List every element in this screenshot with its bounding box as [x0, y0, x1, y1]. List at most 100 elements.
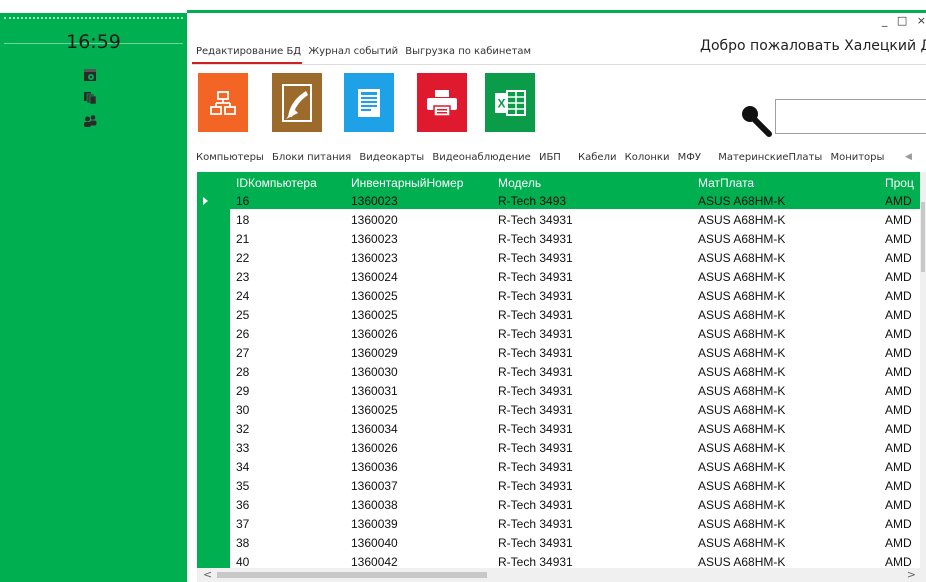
table-row[interactable]: 37 1360039 R-Tech 34931 ASUS A68HM-K AMD — [230, 514, 926, 532]
col-model-cell[interactable]: R-Tech 34931 — [498, 365, 573, 379]
col-cpu-cell[interactable]: AMD — [885, 422, 912, 436]
col-motherboard-cell[interactable]: ASUS A68HM-K — [698, 194, 785, 208]
col-inventory-number-cell[interactable]: 1360023 — [351, 251, 398, 265]
column-header-inventory-number[interactable]: ИнвентарныйНомер — [351, 176, 463, 190]
scroll-left-button[interactable]: < — [203, 568, 212, 581]
col-model-cell[interactable]: R-Tech 34931 — [498, 327, 573, 341]
col-id-computer-cell[interactable]: 35 — [236, 479, 249, 493]
col-motherboard-cell[interactable]: ASUS A68HM-K — [698, 213, 785, 227]
col-id-computer-cell[interactable]: 22 — [236, 251, 249, 265]
col-inventory-number-cell[interactable]: 1360024 — [351, 270, 398, 284]
col-motherboard-cell[interactable]: ASUS A68HM-K — [698, 251, 785, 265]
menu-item-edit-db[interactable]: Редактирование БД — [196, 46, 301, 57]
col-id-computer-cell[interactable]: 33 — [236, 441, 249, 455]
document-button[interactable] — [344, 73, 394, 132]
table-row[interactable]: 23 1360024 R-Tech 34931 ASUS A68HM-K AMD — [230, 267, 926, 285]
col-cpu-cell[interactable]: AMD — [885, 346, 912, 360]
vertical-scroll-thumb[interactable] — [921, 202, 925, 272]
vertical-scrollbar[interactable] — [920, 172, 926, 568]
col-inventory-number-cell[interactable]: 1360025 — [351, 289, 398, 303]
col-cpu-cell[interactable]: AMD — [885, 441, 912, 455]
col-cpu-cell[interactable]: AMD — [885, 384, 912, 398]
col-motherboard-cell[interactable]: ASUS A68HM-K — [698, 460, 785, 474]
col-inventory-number-cell[interactable]: 1360025 — [351, 403, 398, 417]
col-motherboard-cell[interactable]: ASUS A68HM-K — [698, 517, 785, 531]
col-cpu-cell[interactable]: AMD — [885, 365, 912, 379]
print-button[interactable] — [417, 73, 467, 132]
col-cpu-cell[interactable]: AMD — [885, 194, 912, 208]
col-motherboard-cell[interactable]: ASUS A68HM-K — [698, 327, 785, 341]
col-cpu-cell[interactable]: AMD — [885, 555, 912, 568]
col-model-cell[interactable]: R-Tech 34931 — [498, 384, 573, 398]
col-motherboard-cell[interactable]: ASUS A68HM-K — [698, 308, 785, 322]
col-cpu-cell[interactable]: AMD — [885, 517, 912, 531]
table-row[interactable]: 38 1360040 R-Tech 34931 ASUS A68HM-K AMD — [230, 533, 926, 551]
col-id-computer-cell[interactable]: 38 — [236, 536, 249, 550]
col-inventory-number-cell[interactable]: 1360023 — [351, 194, 398, 208]
table-row[interactable]: 16 1360023 R-Tech 3493 ASUS A68HM-K AMD — [230, 191, 926, 209]
table-row[interactable]: 28 1360030 R-Tech 34931 ASUS A68HM-K AMD — [230, 362, 926, 380]
tab-computers[interactable]: Компьютеры — [196, 152, 264, 163]
col-cpu-cell[interactable]: AMD — [885, 251, 912, 265]
col-motherboard-cell[interactable]: ASUS A68HM-K — [698, 346, 785, 360]
tab-video-cards[interactable]: Видеокарты — [359, 152, 424, 163]
table-row[interactable]: 34 1360036 R-Tech 34931 ASUS A68HM-K AMD — [230, 457, 926, 475]
table-row[interactable]: 30 1360025 R-Tech 34931 ASUS A68HM-K AMD — [230, 400, 926, 418]
col-motherboard-cell[interactable]: ASUS A68HM-K — [698, 422, 785, 436]
col-cpu-cell[interactable]: AMD — [885, 270, 912, 284]
col-model-cell[interactable]: R-Tech 34931 — [498, 346, 573, 360]
col-model-cell[interactable]: R-Tech 34931 — [498, 232, 573, 246]
col-inventory-number-cell[interactable]: 1360034 — [351, 422, 398, 436]
maximize-button[interactable]: □ — [897, 14, 907, 27]
settings-calendar-icon[interactable] — [83, 68, 97, 82]
col-cpu-cell[interactable]: AMD — [885, 308, 912, 322]
col-motherboard-cell[interactable]: ASUS A68HM-K — [698, 365, 785, 379]
col-model-cell[interactable]: R-Tech 34931 — [498, 308, 573, 322]
tab-power-supplies[interactable]: Блоки питания — [272, 152, 351, 163]
col-inventory-number-cell[interactable]: 1360031 — [351, 384, 398, 398]
table-row[interactable]: 25 1360025 R-Tech 34931 ASUS A68HM-K AMD — [230, 305, 926, 323]
col-motherboard-cell[interactable]: ASUS A68HM-K — [698, 536, 785, 550]
close-button[interactable]: × — [917, 14, 926, 27]
col-model-cell[interactable]: R-Tech 34931 — [498, 213, 573, 227]
column-header-model[interactable]: Модель — [498, 176, 541, 190]
col-model-cell[interactable]: R-Tech 3493 — [498, 194, 566, 208]
col-motherboard-cell[interactable]: ASUS A68HM-K — [698, 232, 785, 246]
scroll-right-button[interactable]: > — [907, 568, 916, 581]
col-motherboard-cell[interactable]: ASUS A68HM-K — [698, 441, 785, 455]
col-model-cell[interactable]: R-Tech 34931 — [498, 536, 573, 550]
col-id-computer-cell[interactable]: 24 — [236, 289, 249, 303]
table-row[interactable]: 21 1360023 R-Tech 34931 ASUS A68HM-K AMD — [230, 229, 926, 247]
col-id-computer-cell[interactable]: 28 — [236, 365, 249, 379]
col-model-cell[interactable]: R-Tech 34931 — [498, 498, 573, 512]
col-model-cell[interactable]: R-Tech 34931 — [498, 479, 573, 493]
search-icon[interactable] — [735, 100, 775, 140]
col-inventory-number-cell[interactable]: 1360040 — [351, 536, 398, 550]
col-id-computer-cell[interactable]: 23 — [236, 270, 249, 284]
col-id-computer-cell[interactable]: 27 — [236, 346, 249, 360]
minimize-button[interactable]: _ — [882, 14, 888, 27]
search-input[interactable] — [775, 99, 926, 134]
col-cpu-cell[interactable]: AMD — [885, 213, 912, 227]
table-row[interactable]: 36 1360038 R-Tech 34931 ASUS A68HM-K AMD — [230, 495, 926, 513]
users-icon[interactable] — [83, 114, 97, 128]
col-id-computer-cell[interactable]: 34 — [236, 460, 249, 474]
col-inventory-number-cell[interactable]: 1360038 — [351, 498, 398, 512]
column-header-cpu[interactable]: Проц — [885, 176, 914, 190]
table-row[interactable]: 40 1360042 R-Tech 34931 ASUS A68HM-K AMD — [230, 552, 926, 568]
col-id-computer-cell[interactable]: 40 — [236, 555, 249, 568]
table-row[interactable]: 24 1360025 R-Tech 34931 ASUS A68HM-K AMD — [230, 286, 926, 304]
col-inventory-number-cell[interactable]: 1360026 — [351, 441, 398, 455]
col-motherboard-cell[interactable]: ASUS A68HM-K — [698, 555, 785, 568]
col-id-computer-cell[interactable]: 16 — [236, 194, 249, 208]
table-row[interactable]: 18 1360020 R-Tech 34931 ASUS A68HM-K AMD — [230, 210, 926, 228]
table-row[interactable]: 33 1360026 R-Tech 34931 ASUS A68HM-K AMD — [230, 438, 926, 456]
col-inventory-number-cell[interactable]: 1360029 — [351, 346, 398, 360]
col-model-cell[interactable]: R-Tech 34931 — [498, 422, 573, 436]
col-inventory-number-cell[interactable]: 1360039 — [351, 517, 398, 531]
menu-item-export-by-room[interactable]: Выгрузка по кабинетам — [405, 46, 531, 57]
horizontal-scroll-thumb[interactable] — [217, 572, 487, 578]
col-id-computer-cell[interactable]: 32 — [236, 422, 249, 436]
col-cpu-cell[interactable]: AMD — [885, 232, 912, 246]
col-motherboard-cell[interactable]: ASUS A68HM-K — [698, 498, 785, 512]
